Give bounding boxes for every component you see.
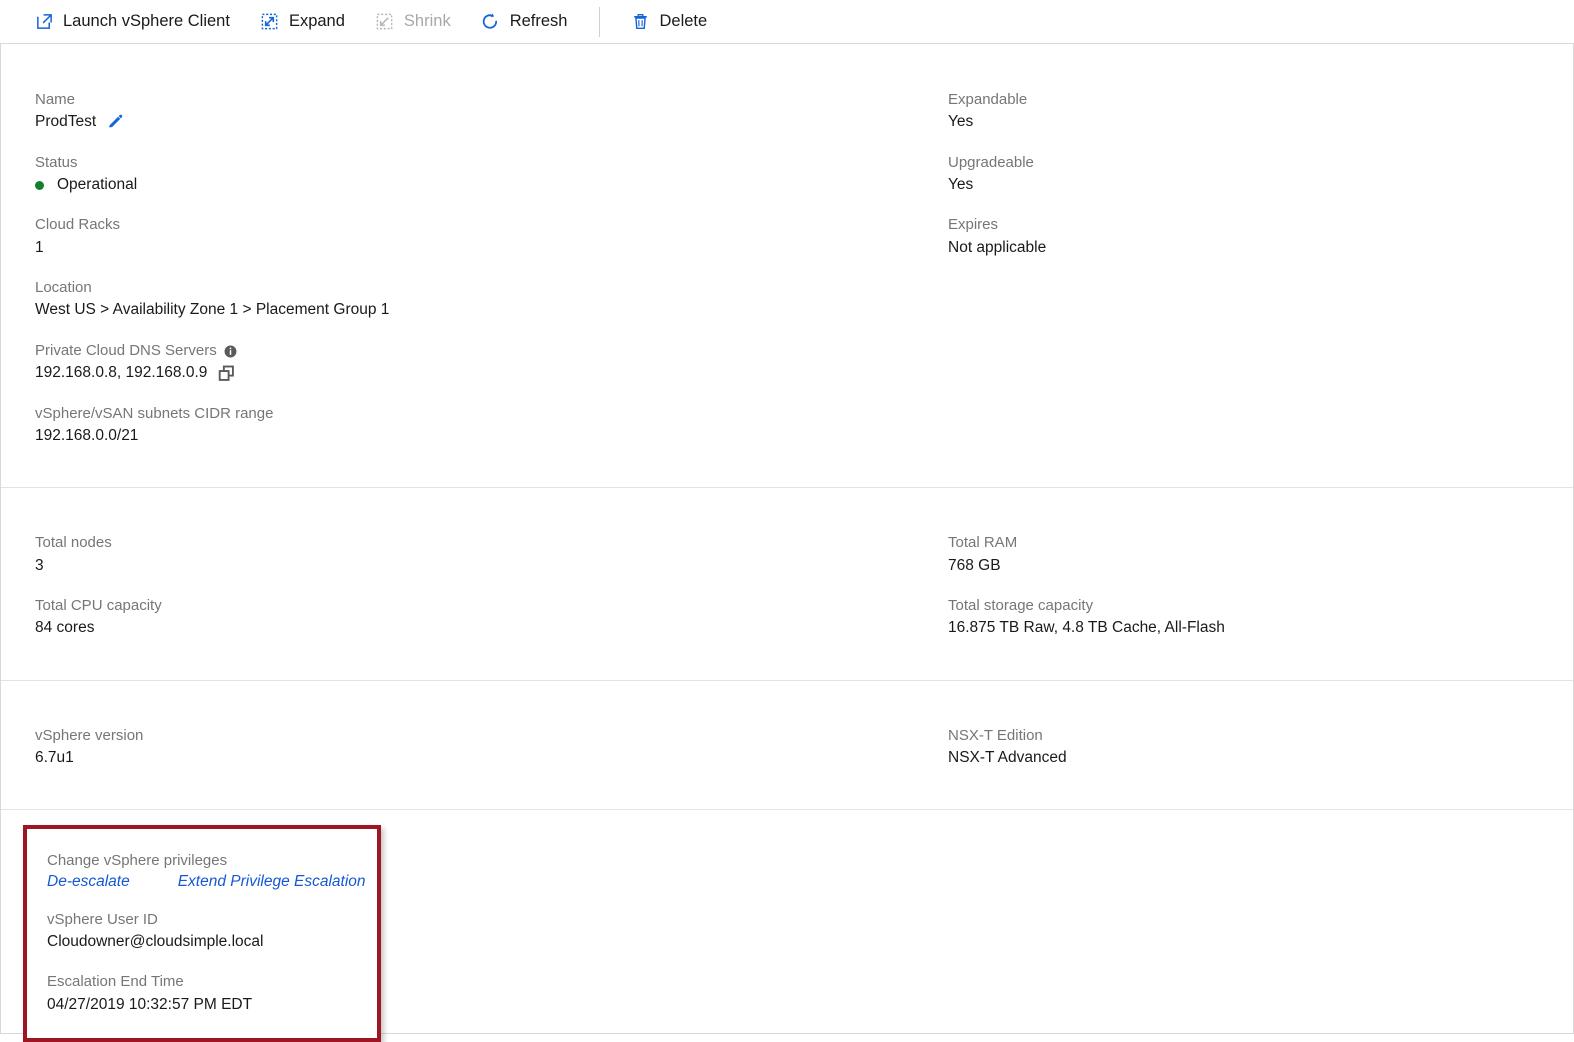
privileges-highlight-box: Change vSphere privileges De-escalate Ex… — [23, 825, 381, 1042]
launch-vsphere-client-button[interactable]: Launch vSphere Client — [34, 12, 230, 32]
trash-icon — [630, 12, 650, 32]
field-cidr-range: vSphere/vSAN subnets CIDR range 192.168.… — [35, 404, 948, 448]
edit-pencil-icon[interactable] — [107, 114, 124, 131]
location-label: Location — [35, 279, 92, 297]
overview-section: Name ProdTest Status Operational Cloud R… — [1, 44, 1573, 489]
nsxt-edition-value: NSX-T Advanced — [948, 749, 1067, 766]
field-expandable: Expandable Yes — [948, 90, 1539, 134]
de-escalate-link[interactable]: De-escalate — [47, 873, 130, 891]
upgradeable-label: Upgradeable — [948, 153, 1034, 171]
nsxt-edition-label: NSX-T Edition — [948, 726, 1043, 744]
toolbar-separator — [599, 6, 601, 37]
refresh-button[interactable]: Refresh — [481, 12, 568, 32]
total-storage-value: 16.875 TB Raw, 4.8 TB Cache, All-Flash — [948, 619, 1225, 637]
delete-button[interactable]: Delete — [630, 12, 707, 32]
total-ram-label: Total RAM — [948, 534, 1018, 552]
field-change-privileges: Change vSphere privileges De-escalate Ex… — [47, 851, 366, 891]
field-vsphere-version: vSphere version 6.7u1 — [35, 726, 948, 770]
vsphere-user-id-label: vSphere User ID — [47, 910, 158, 928]
status-value-row: Operational — [35, 174, 948, 196]
name-value: ProdTest — [35, 113, 97, 131]
total-storage-label: Total storage capacity — [948, 597, 1094, 615]
delete-label: Delete — [659, 12, 708, 31]
status-indicator-dot — [35, 180, 44, 190]
private-cloud-summary-page: Launch vSphere Client Expand Shrink Refr… — [0, 0, 1574, 1042]
field-name: Name ProdTest — [35, 90, 948, 134]
shrink-button: Shrink — [375, 12, 451, 32]
expand-icon — [260, 12, 280, 32]
dns-servers-label: Private Cloud DNS Servers — [35, 341, 217, 359]
field-vsphere-user-id: vSphere User ID Cloudowner@cloudsimple.l… — [47, 910, 359, 954]
field-expires: Expires Not applicable — [948, 215, 1539, 259]
status-badge: Operational — [57, 175, 138, 193]
expandable-value: Yes — [948, 113, 974, 131]
field-nsxt-edition: NSX-T Edition NSX-T Advanced — [948, 726, 1539, 770]
versions-right-column: NSX-T Edition NSX-T Advanced — [948, 726, 1539, 770]
refresh-label: Refresh — [509, 12, 568, 31]
field-location: Location West US > Availability Zone 1 >… — [35, 278, 948, 322]
escalation-end-time-value: 04/27/2019 10:32:57 PM EDT — [47, 995, 253, 1013]
expand-label: Expand — [288, 12, 345, 31]
cidr-range-value: 192.168.0.0/21 — [35, 426, 139, 444]
dns-servers-value-row: 192.168.0.8, 192.168.0.9 — [35, 362, 948, 384]
launch-vsphere-client-label: Launch vSphere Client — [63, 12, 230, 31]
privileges-section: Change vSphere privileges De-escalate Ex… — [1, 825, 1573, 1042]
overview-left-column: Name ProdTest Status Operational Cloud R… — [35, 90, 948, 447]
location-value: West US > Availability Zone 1 > Placemen… — [35, 301, 390, 319]
info-icon[interactable] — [224, 345, 237, 358]
upgradeable-value: Yes — [948, 175, 974, 193]
total-cpu-label: Total CPU capacity — [35, 597, 162, 615]
vsphere-user-id-value: Cloudowner@cloudsimple.local — [47, 932, 264, 950]
overview-right-column: Expandable Yes Upgradeable Yes Expires N… — [948, 90, 1539, 447]
expires-label: Expires — [948, 216, 999, 234]
name-label: Name — [35, 91, 76, 108]
summary-content: Name ProdTest Status Operational Cloud R… — [0, 44, 1574, 1042]
status-label: Status — [35, 153, 78, 171]
refresh-icon — [481, 12, 501, 32]
field-total-ram: Total RAM 768 GB — [948, 533, 1539, 577]
cidr-range-label: vSphere/vSAN subnets CIDR range — [35, 404, 274, 422]
expandable-label: Expandable — [948, 91, 1028, 108]
vsphere-version-value: 6.7u1 — [35, 749, 74, 766]
name-value-row: ProdTest — [35, 111, 948, 133]
capacity-section: Total nodes 3 Total CPU capacity 84 core… — [1, 488, 1573, 681]
change-privileges-label: Change vSphere privileges — [47, 852, 228, 870]
field-total-cpu: Total CPU capacity 84 cores — [35, 596, 948, 640]
dns-servers-value: 192.168.0.8, 192.168.0.9 — [35, 364, 208, 382]
escalation-end-time-label: Escalation End Time — [47, 973, 184, 991]
privileges-links-row: De-escalate Extend Privilege Escalation — [47, 873, 366, 891]
expires-value: Not applicable — [948, 238, 1047, 256]
versions-left-column: vSphere version 6.7u1 — [35, 726, 948, 770]
field-cloud-racks: Cloud Racks 1 — [35, 215, 948, 259]
external-link-icon — [34, 12, 54, 32]
capacity-left-column: Total nodes 3 Total CPU capacity 84 core… — [35, 533, 948, 639]
cloud-racks-value: 1 — [35, 238, 44, 256]
field-escalation-end-time: Escalation End Time 04/27/2019 10:32:57 … — [47, 972, 359, 1016]
total-ram-value: 768 GB — [948, 556, 1001, 574]
capacity-right-column: Total RAM 768 GB Total storage capacity … — [948, 533, 1539, 639]
copy-icon[interactable] — [218, 365, 235, 382]
field-upgradeable: Upgradeable Yes — [948, 153, 1539, 197]
vsphere-version-label: vSphere version — [35, 726, 144, 744]
shrink-label: Shrink — [403, 12, 451, 31]
field-status: Status Operational — [35, 153, 948, 197]
cloud-racks-label: Cloud Racks — [35, 216, 121, 234]
total-nodes-value: 3 — [35, 556, 44, 574]
action-toolbar: Launch vSphere Client Expand Shrink Refr… — [0, 0, 1574, 44]
field-total-nodes: Total nodes 3 — [35, 533, 948, 577]
shrink-icon — [375, 12, 395, 32]
extend-privilege-escalation-link[interactable]: Extend Privilege Escalation — [178, 873, 366, 891]
expand-button[interactable]: Expand — [260, 12, 345, 32]
field-dns-servers: Private Cloud DNS Servers 192.168.0.8, 1… — [35, 341, 948, 385]
field-total-storage: Total storage capacity 16.875 TB Raw, 4.… — [948, 596, 1539, 640]
total-cpu-value: 84 cores — [35, 619, 95, 637]
versions-section: vSphere version 6.7u1 NSX-T Edition NSX-… — [1, 681, 1573, 811]
dns-servers-label-row: Private Cloud DNS Servers — [35, 341, 948, 361]
total-nodes-label: Total nodes — [35, 534, 112, 552]
